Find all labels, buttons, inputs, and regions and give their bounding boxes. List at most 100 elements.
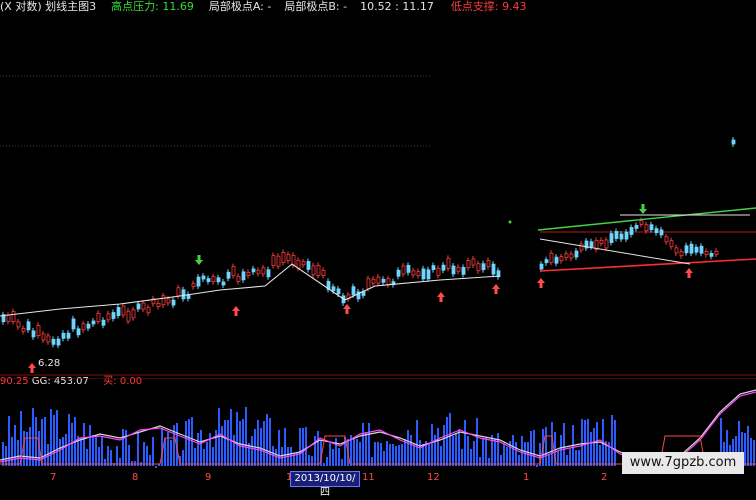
candle [136, 300, 141, 312]
indicator-bar [155, 466, 157, 468]
indicator-bar [44, 417, 46, 466]
indicator-bar [533, 430, 535, 466]
indicator-bar [458, 429, 460, 466]
indicator-bar [233, 435, 235, 466]
indicator-bar [161, 428, 163, 466]
indicator-bar [302, 428, 304, 466]
indicator-bar [137, 433, 139, 466]
indicator-bar [386, 441, 388, 466]
candle [554, 254, 559, 267]
indicator-bar [236, 412, 238, 466]
candle [261, 264, 266, 277]
indicator-bar [326, 457, 328, 466]
indicator-bar [446, 417, 448, 466]
indicator-bar [428, 443, 430, 466]
candle [714, 248, 719, 258]
candle [466, 257, 471, 271]
indicator-bar [89, 425, 91, 466]
x-tick-12: 12 [427, 472, 440, 483]
candle [171, 297, 176, 309]
candle [96, 310, 101, 325]
candle [401, 263, 406, 278]
candle [579, 241, 584, 254]
indicator-bar [563, 423, 565, 466]
main-price-chart[interactable] [0, 16, 756, 376]
candle [76, 325, 81, 338]
candle [66, 330, 71, 342]
x-tick-8: 8 [132, 472, 139, 483]
buy-arrow-icon [343, 304, 351, 314]
indicator-bar [188, 419, 190, 466]
indicator-bar [278, 430, 280, 466]
indicator-bar [750, 438, 752, 466]
signal-dot [508, 220, 512, 224]
indicator-bar [359, 442, 361, 466]
indicator-bar [512, 435, 514, 466]
candle [56, 336, 61, 349]
candle [584, 238, 589, 252]
indicator-bar [92, 435, 94, 466]
indicator-bar [353, 438, 355, 466]
candle [679, 248, 684, 259]
candle [6, 312, 11, 325]
candle [609, 230, 614, 246]
indicator-bar [212, 447, 214, 466]
candle [216, 274, 221, 285]
indicator-bar [479, 457, 481, 466]
candle [191, 280, 196, 290]
candle [371, 276, 376, 287]
candle [316, 262, 321, 279]
indicator-bar [26, 432, 28, 466]
indicator-bar [494, 439, 496, 466]
indicator-bar [11, 437, 13, 466]
candle [31, 327, 36, 340]
indicator-bar [449, 413, 451, 466]
indicator-bar [275, 449, 277, 466]
candle [126, 308, 131, 325]
indicator-bar [197, 433, 199, 466]
indicator-bar [2, 442, 4, 466]
candle [421, 265, 426, 282]
candle [211, 273, 216, 285]
indicator-bar [95, 436, 97, 466]
candle [426, 266, 431, 282]
candle [614, 228, 619, 242]
indicator-bar [461, 449, 463, 466]
candle [21, 325, 26, 335]
low-price-label: 6.28 [38, 358, 61, 369]
indicator-bar [50, 409, 52, 466]
candle [236, 273, 241, 285]
indicator-title-bar: (X 对数) 划线主图3 高点压力: 11.69 局部极点A: - 局部极点B:… [0, 0, 756, 16]
candle [361, 288, 366, 299]
indicator-bar [227, 420, 229, 466]
candle [416, 268, 421, 279]
candle [41, 330, 46, 343]
indicator-bar [404, 439, 406, 466]
indicator-bar [530, 431, 532, 466]
indicator-bar [569, 449, 571, 466]
indicator-bar [317, 431, 319, 466]
candle [146, 304, 151, 316]
x-tick-11: 11 [362, 472, 375, 483]
local-extreme-b-num1: 10.52 [360, 0, 392, 13]
candle [599, 237, 604, 247]
candle [161, 292, 166, 308]
indicator-bar [230, 409, 232, 466]
candle [181, 286, 186, 302]
candle [46, 332, 51, 345]
candle [471, 256, 476, 269]
candle [446, 255, 451, 272]
candle [61, 330, 66, 342]
indicator-bar [611, 415, 613, 466]
indicator-bar [29, 427, 31, 466]
candle [101, 317, 106, 329]
candle [574, 248, 579, 261]
indicator-bar [284, 428, 286, 466]
buy-arrow-icon [537, 278, 545, 288]
candle [629, 224, 634, 238]
candle [544, 256, 549, 266]
candle [16, 318, 21, 330]
indicator-bar [314, 436, 316, 466]
indicator-bar [392, 444, 394, 466]
candle [659, 226, 664, 238]
